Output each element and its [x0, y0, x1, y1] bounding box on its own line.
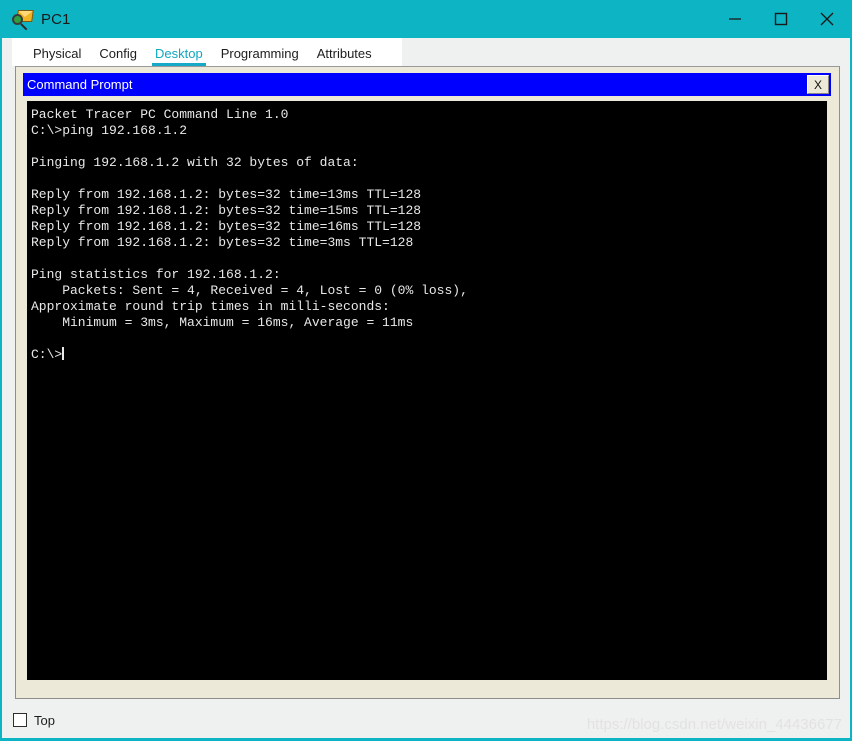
- maximize-button[interactable]: [758, 0, 804, 38]
- command-prompt-title-bar[interactable]: Command Prompt X: [23, 73, 831, 96]
- pc1-device-window: PC1 Physical Config Desktop Programming …: [0, 0, 852, 741]
- tab-config[interactable]: Config: [90, 46, 146, 66]
- window-footer: Top https://blog.csdn.net/weixin_4443667…: [2, 702, 850, 738]
- tab-physical[interactable]: Physical: [24, 46, 90, 66]
- tab-programming[interactable]: Programming: [212, 46, 308, 66]
- top-checkbox-row[interactable]: Top: [13, 713, 55, 728]
- command-prompt-title: Command Prompt: [27, 77, 133, 92]
- tab-programming-label: Programming: [220, 46, 299, 61]
- window-controls: [712, 0, 850, 38]
- tab-desktop[interactable]: Desktop: [146, 46, 212, 66]
- top-checkbox-label: Top: [34, 712, 55, 728]
- tab-desktop-label: Desktop: [155, 46, 203, 61]
- tab-strip: Physical Config Desktop Programming Attr…: [12, 38, 402, 66]
- close-button[interactable]: [804, 0, 850, 38]
- window-title-bar: PC1: [2, 0, 850, 38]
- packet-tracer-magnifier-icon: [11, 8, 34, 31]
- command-prompt-panel: Command Prompt X Packet Tracer PC Comman…: [15, 66, 840, 699]
- tab-attributes[interactable]: Attributes: [308, 46, 381, 66]
- terminal-text: Packet Tracer PC Command Line 1.0 C:\>pi…: [31, 107, 468, 362]
- tab-attributes-label: Attributes: [316, 46, 372, 61]
- minimize-button[interactable]: [712, 0, 758, 38]
- minimize-icon: [729, 18, 741, 20]
- maximize-icon: [774, 12, 788, 26]
- close-icon: [820, 12, 834, 26]
- top-checkbox[interactable]: [13, 713, 27, 727]
- window-title: PC1: [41, 10, 71, 28]
- tab-strip-container: Physical Config Desktop Programming Attr…: [2, 38, 850, 66]
- command-prompt-close-button[interactable]: X: [807, 75, 829, 94]
- tab-config-label: Config: [99, 46, 137, 61]
- desktop-tab-content: Command Prompt X Packet Tracer PC Comman…: [2, 66, 850, 702]
- tab-physical-label: Physical: [33, 46, 82, 61]
- terminal-cursor: [62, 347, 65, 360]
- watermark-text: https://blog.csdn.net/weixin_44436677: [586, 716, 842, 733]
- terminal-output-area[interactable]: Packet Tracer PC Command Line 1.0 C:\>pi…: [27, 101, 827, 680]
